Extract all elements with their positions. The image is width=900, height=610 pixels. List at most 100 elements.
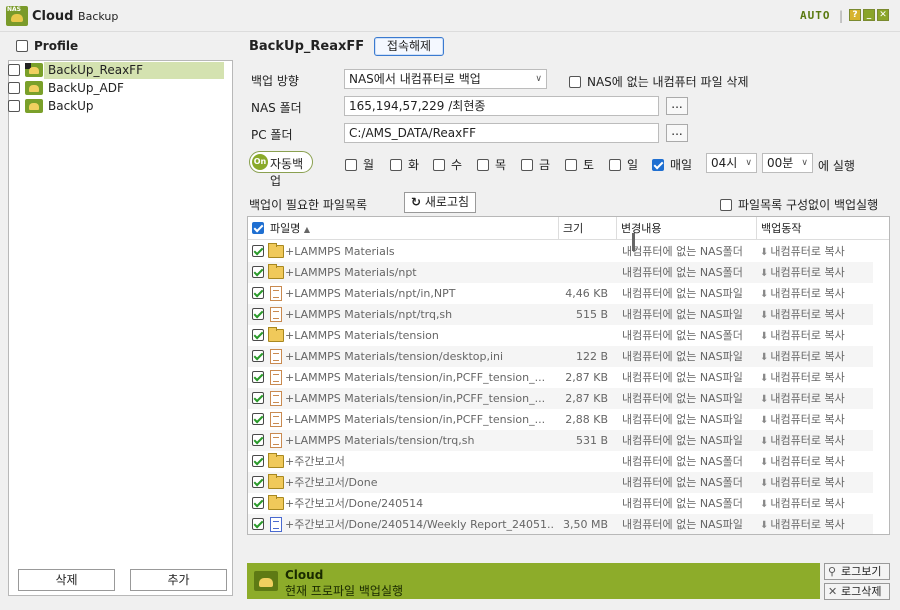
table-row[interactable]: +주간보고서/Done 내컴퓨터에 없는 NAS폴더 ⬇ 내컴퓨터로 복사: [248, 472, 873, 493]
column-change[interactable]: 변경내용: [617, 217, 757, 240]
table-row[interactable]: +LAMMPS Materials/tension/in,PCFF_tensio…: [248, 367, 873, 388]
no-list-checkbox[interactable]: [720, 199, 732, 211]
auto-label[interactable]: AUTO: [800, 9, 831, 22]
table-row[interactable]: +LAMMPS Materials/npt/trq,sh 515 B 내컴퓨터에 없…: [248, 304, 873, 325]
pc-folder-field[interactable]: C:/AMS_DATA/ReaxFF: [344, 123, 659, 143]
file-table: 파일명 ▲ 크기 변경내용 백업동작 +LAMMPS Materials 내컴퓨터…: [247, 216, 890, 535]
delete-missing-label: NAS에 없는 내컴퓨터 파일 삭제: [587, 75, 749, 89]
day-wed[interactable]: 수: [433, 156, 462, 173]
profile-checkbox[interactable]: [8, 82, 20, 94]
profile-item-label: BackUp_ADF: [48, 81, 124, 95]
day-checkbox[interactable]: [521, 159, 533, 171]
day-sat[interactable]: 토: [565, 156, 594, 173]
table-row[interactable]: +주간보고서/Done/240514/Weekly Report_24051..…: [248, 514, 873, 534]
day-everyday[interactable]: 매일: [652, 156, 692, 173]
day-label: 금: [539, 158, 551, 172]
minimize-button[interactable]: _: [863, 9, 875, 21]
delete-profile-button[interactable]: 삭제: [18, 569, 115, 591]
delete-missing-checkbox[interactable]: [569, 76, 581, 88]
day-checkbox[interactable]: [609, 159, 621, 171]
day-checkbox[interactable]: [433, 159, 445, 171]
file-action-label: 내컴퓨터로 복사: [770, 497, 845, 510]
help-button[interactable]: ?: [849, 9, 861, 21]
row-checkbox[interactable]: [252, 476, 264, 488]
profile-item-backup-reaxff[interactable]: BackUp_ReaxFF: [8, 62, 224, 79]
everyday-checkbox[interactable]: [652, 159, 664, 171]
day-thu[interactable]: 목: [477, 156, 506, 173]
row-checkbox[interactable]: [252, 497, 264, 509]
file-name: +LAMMPS Materials/tension/in,PCFF_tensio…: [285, 371, 546, 384]
profile-select-all-checkbox[interactable]: [16, 39, 28, 52]
day-fri[interactable]: 금: [521, 156, 550, 173]
row-checkbox[interactable]: [252, 371, 264, 383]
file-change: 내컴퓨터에 없는 NAS폴더: [622, 245, 743, 258]
row-checkbox[interactable]: [252, 266, 264, 278]
folder-icon: [268, 474, 284, 489]
table-row[interactable]: +주간보고서 내컴퓨터에 없는 NAS폴더 ⬇ 내컴퓨터로 복사: [248, 451, 873, 472]
log-view-button[interactable]: ⚲ 로그보기: [824, 563, 890, 580]
profile-checkbox[interactable]: [8, 100, 20, 112]
day-checkbox[interactable]: [345, 159, 357, 171]
download-arrow-icon: ⬇: [760, 457, 769, 468]
column-name[interactable]: 파일명 ▲: [248, 217, 559, 240]
row-checkbox[interactable]: [252, 350, 264, 362]
disconnect-button[interactable]: 접속해제: [374, 37, 444, 56]
minute-select[interactable]: 00분 ∨: [762, 153, 813, 173]
download-arrow-icon: ⬇: [760, 268, 769, 279]
row-checkbox[interactable]: [252, 518, 264, 530]
day-tue[interactable]: 화: [390, 156, 419, 173]
auto-backup-toggle[interactable]: On 자동백업: [249, 151, 313, 188]
column-action[interactable]: 백업동작: [757, 217, 874, 240]
row-checkbox[interactable]: [252, 434, 264, 446]
row-checkbox[interactable]: [252, 455, 264, 467]
day-label: 토: [583, 158, 595, 172]
profile-cloud-icon: [25, 81, 43, 95]
table-row[interactable]: +LAMMPS Materials/tension/in,PCFF_tensio…: [248, 388, 873, 409]
file-icon: [270, 349, 282, 364]
download-arrow-icon: ⬇: [760, 436, 769, 447]
table-row[interactable]: +LAMMPS Materials 내컴퓨터에 없는 NAS폴더 ⬇ 내컴퓨터로 복사: [248, 241, 873, 262]
direction-select[interactable]: NAS에서 내컴퓨터로 백업 ∨: [344, 69, 547, 89]
scrollbar-thumb[interactable]: [632, 233, 635, 251]
no-list-option[interactable]: 파일목록 구성없이 백업실행: [720, 196, 878, 213]
status-title: Cloud: [285, 568, 324, 582]
log-delete-button[interactable]: ✕ 로그삭제: [824, 583, 890, 600]
nas-browse-button[interactable]: ...: [666, 97, 688, 115]
table-row[interactable]: +LAMMPS Materials/npt/in,NPT 4,46 KB 내컴퓨터에…: [248, 283, 873, 304]
file-size: 122 B: [575, 350, 608, 363]
day-checkbox[interactable]: [477, 159, 489, 171]
table-row[interactable]: +LAMMPS Materials/tension/in,PCFF_tensio…: [248, 409, 873, 430]
table-row[interactable]: +LAMMPS Materials/tension/trq,sh 531 B 내컴퓨…: [248, 430, 873, 451]
select-all-files-checkbox[interactable]: [252, 222, 264, 234]
download-arrow-icon: ⬇: [760, 499, 769, 510]
day-sun[interactable]: 일: [609, 156, 638, 173]
row-checkbox[interactable]: [252, 413, 264, 425]
column-size[interactable]: 크기: [559, 217, 617, 240]
table-row[interactable]: +LAMMPS Materials/npt 내컴퓨터에 없는 NAS폴더 ⬇ 내컴퓨터…: [248, 262, 873, 283]
add-profile-button[interactable]: 추가: [130, 569, 227, 591]
delete-missing-option[interactable]: NAS에 없는 내컴퓨터 파일 삭제: [569, 73, 749, 90]
row-checkbox[interactable]: [252, 392, 264, 404]
vertical-scrollbar[interactable]: [874, 241, 889, 534]
app-sub: Backup: [78, 10, 119, 23]
table-row[interactable]: +LAMMPS Materials/tension/desktop,ini 122…: [248, 346, 873, 367]
profile-item-backup[interactable]: BackUp: [8, 98, 224, 115]
pc-browse-button[interactable]: ...: [666, 124, 688, 142]
hour-select[interactable]: 04시 ∨: [706, 153, 757, 173]
day-checkbox[interactable]: [390, 159, 402, 171]
profile-checkbox[interactable]: [8, 64, 20, 76]
nas-folder-field[interactable]: 165,194,57,229 /최현종: [344, 96, 659, 116]
table-row[interactable]: +주간보고서/Done/240514 내컴퓨터에 없는 NAS폴더 ⬇ 내컴퓨터로 복…: [248, 493, 873, 514]
table-row[interactable]: +LAMMPS Materials/tension 내컴퓨터에 없는 NAS폴더 ⬇…: [248, 325, 873, 346]
row-checkbox[interactable]: [252, 287, 264, 299]
row-checkbox[interactable]: [252, 308, 264, 320]
day-mon[interactable]: 월: [345, 156, 374, 173]
day-checkbox[interactable]: [565, 159, 577, 171]
profile-item-backup-adf[interactable]: BackUp_ADF: [8, 80, 224, 97]
row-checkbox[interactable]: [252, 245, 264, 257]
title-bar: [0, 0, 900, 32]
refresh-button[interactable]: ↻ 새로고침: [404, 192, 476, 213]
folder-icon: [268, 264, 284, 279]
row-checkbox[interactable]: [252, 329, 264, 341]
close-button[interactable]: ✕: [877, 9, 889, 21]
